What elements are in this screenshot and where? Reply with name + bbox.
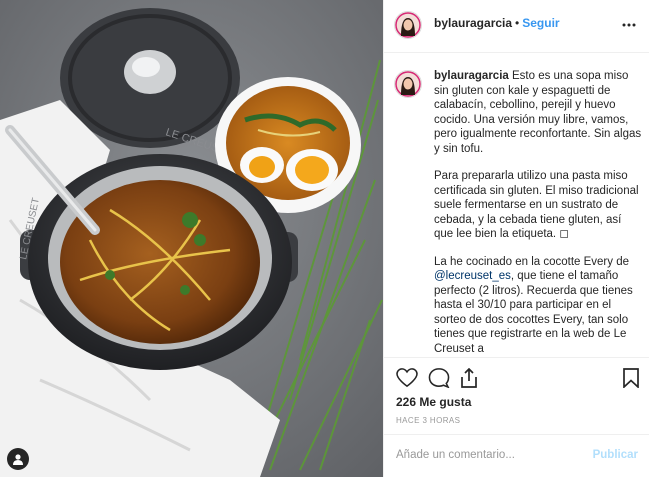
publish-button[interactable]: Publicar [593, 449, 638, 461]
mention-link[interactable]: @lecreuset_es [434, 270, 511, 282]
tagged-user-icon[interactable] [7, 448, 29, 470]
header-user-line: bylauragarcia • Seguir [434, 16, 560, 30]
post-timestamp[interactable]: HACE 3 HORAS [396, 416, 460, 425]
post-side-panel: bylauragarcia • Seguir bylauragarcia Est… [383, 0, 649, 477]
caption-paragraph-1: bylauragarcia Esto es una sopa miso sin … [434, 69, 642, 156]
likes-count[interactable]: 226 Me gusta [396, 395, 471, 409]
comment-input[interactable]: Añade un comentario... [396, 449, 515, 461]
soup-photo-illustration: LE CREUSET LE CREUSET [0, 0, 383, 477]
instagram-post: LE CREUSET LE CREUSET bylauragarcia • Se… [0, 0, 649, 477]
caption-username[interactable]: bylauragarcia [434, 70, 509, 82]
avatar-image [395, 12, 421, 38]
caption-p3-before: La he cocinado en la cocotte Every de [434, 255, 629, 268]
more-options-icon[interactable] [622, 18, 636, 28]
header-username[interactable]: bylauragarcia [434, 16, 512, 30]
caption-text: bylauragarcia Esto es una sopa miso sin … [434, 69, 642, 356]
heart-icon[interactable] [396, 368, 418, 393]
post-header: bylauragarcia • Seguir [384, 0, 649, 53]
post-actions: 226 Me gusta HACE 3 HORAS Añade un comen… [384, 357, 649, 478]
header-separator: • [515, 16, 520, 30]
caption-paragraph-2: Para prepararla utilizo una pasta miso c… [434, 170, 639, 240]
comment-bar: Añade un comentario... Publicar [384, 434, 649, 478]
caption-paragraph-3: La he cocinado en la cocotte Every de @l… [434, 255, 642, 357]
action-icons [396, 367, 642, 393]
profile-avatar[interactable] [394, 11, 422, 39]
caption-area: bylauragarcia Esto es una sopa miso sin … [384, 53, 649, 356]
comment-icon[interactable] [428, 368, 450, 393]
bookmark-icon[interactable] [622, 368, 640, 393]
caption-p3-after: , que tiene el tamaño perfecto (2 litros… [434, 270, 633, 355]
caption-paragraph-1-text: Esto es una sopa miso sin gluten con kal… [434, 70, 642, 155]
caption-avatar[interactable] [394, 70, 422, 98]
follow-button[interactable]: Seguir [522, 16, 559, 30]
share-icon[interactable] [458, 367, 480, 393]
ellipsis-icon [622, 23, 636, 27]
user-silhouette-icon [13, 454, 23, 465]
post-photo[interactable]: LE CREUSET LE CREUSET [0, 0, 383, 477]
caption-avatar-image [395, 71, 421, 97]
